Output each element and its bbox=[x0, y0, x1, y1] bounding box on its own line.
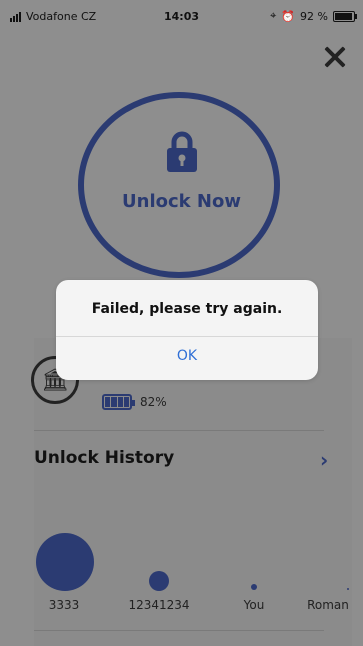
battery-icon bbox=[333, 10, 357, 22]
status-right: ⌖ ⏰ 92 % bbox=[270, 9, 357, 23]
history-user-label: 12341234 bbox=[128, 598, 190, 612]
alarm-icon: ⏰ bbox=[281, 9, 296, 23]
alert-divider bbox=[56, 336, 318, 337]
lock-battery-icon bbox=[102, 394, 135, 410]
battery-text: 92 % bbox=[300, 9, 328, 23]
app-screen: Vodafone CZ 14:03 ⌖ ⏰ 92 % Unlock Now 🏛 … bbox=[0, 0, 363, 646]
close-button[interactable] bbox=[321, 44, 347, 70]
history-bubble[interactable] bbox=[149, 571, 169, 591]
history-user-label: 3333 bbox=[48, 598, 80, 612]
divider bbox=[34, 630, 324, 631]
divider bbox=[34, 430, 324, 431]
history-bubble[interactable] bbox=[347, 588, 349, 590]
unlock-label: Unlock Now bbox=[122, 191, 241, 212]
lock-icon bbox=[167, 131, 197, 172]
lock-battery-percent: 82% bbox=[140, 395, 167, 409]
alert-dialog: Failed, please try again. OK bbox=[56, 280, 318, 380]
unlock-button[interactable] bbox=[78, 92, 280, 278]
history-bubble[interactable] bbox=[251, 584, 257, 590]
unlock-history-title[interactable]: Unlock History bbox=[34, 448, 174, 468]
status-bar: Vodafone CZ 14:03 ⌖ ⏰ 92 % bbox=[0, 0, 363, 30]
alert-ok-button[interactable]: OK bbox=[56, 348, 318, 364]
chevron-right-icon[interactable]: › bbox=[320, 448, 328, 472]
history-bubble[interactable] bbox=[36, 533, 94, 591]
history-user-label: Roman bbox=[307, 598, 349, 612]
location-icon: ⌖ bbox=[270, 9, 277, 22]
alert-message: Failed, please try again. bbox=[91, 301, 283, 317]
